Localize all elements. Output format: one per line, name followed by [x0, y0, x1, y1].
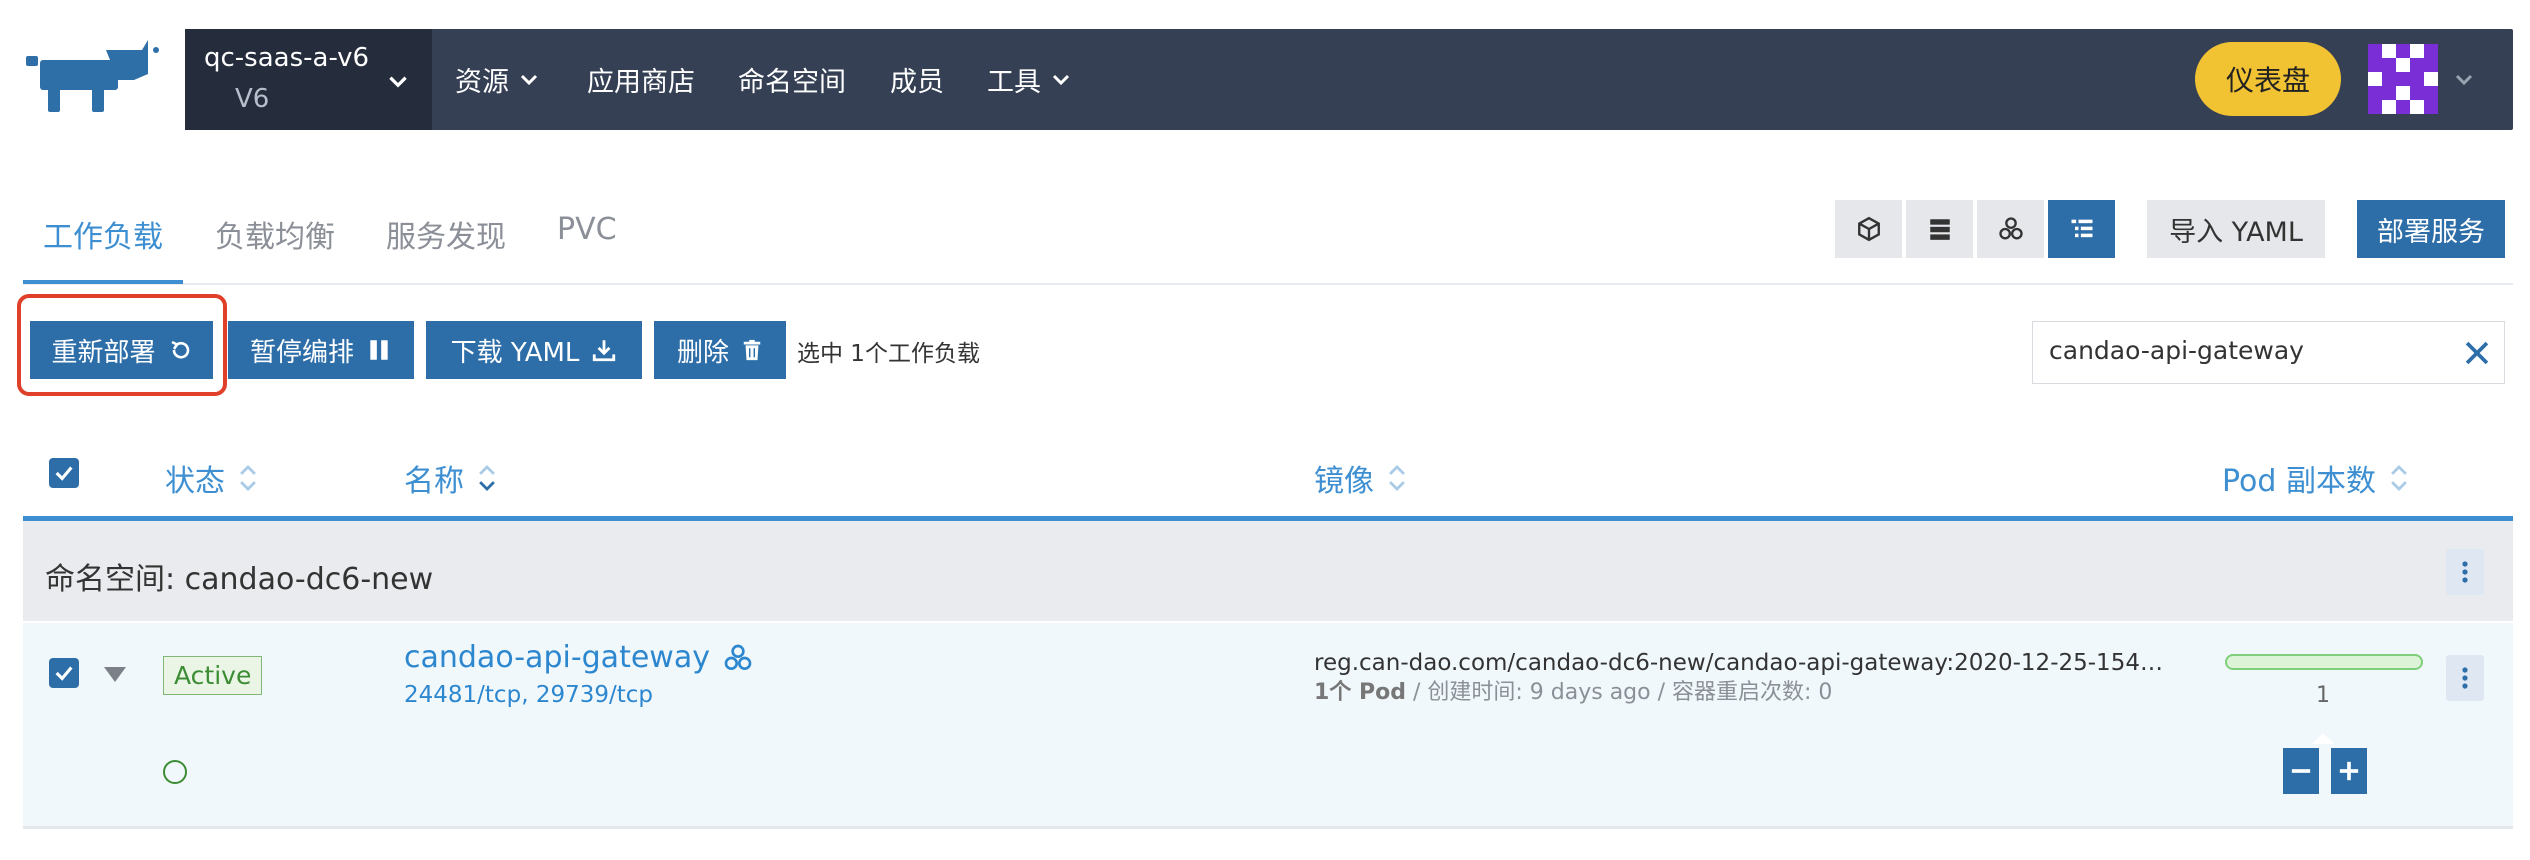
redeploy-button[interactable]: 重新部署	[30, 321, 213, 379]
group-actions-button[interactable]	[2446, 549, 2484, 595]
redeploy-icon	[170, 340, 189, 359]
namespace-group-label: 命名空间: candao-dc6-new	[45, 562, 434, 597]
download-icon	[593, 340, 616, 362]
restart-count: 容器重启次数: 0	[1672, 680, 1833, 705]
trash-icon	[743, 339, 761, 361]
pause-icon	[370, 340, 388, 360]
delete-button[interactable]: 删除	[654, 321, 786, 379]
view-mode-group	[1835, 200, 2115, 258]
chevron-down-icon[interactable]	[2452, 68, 2476, 92]
nav-app-store[interactable]: 应用商店	[587, 29, 695, 130]
nav-tools-label: 工具	[987, 67, 1041, 98]
dashboard-button[interactable]: 仪表盘	[2195, 42, 2341, 116]
port-link[interactable]: 29739/tcp	[536, 682, 653, 708]
nodes-icon	[724, 644, 752, 670]
rancher-logo[interactable]	[22, 40, 162, 120]
port-link[interactable]: 24481/tcp	[404, 682, 521, 708]
status-badge: Active	[163, 656, 263, 695]
download-yaml-label: 下载 YAML	[450, 337, 580, 368]
namespace-group-row: 命名空间: candao-dc6-new	[23, 521, 2513, 621]
sort-icon	[1389, 465, 1405, 491]
deploy-service-button[interactable]: 部署服务	[2357, 200, 2505, 258]
workload-name-label: candao-api-gateway	[404, 640, 710, 675]
column-header-name[interactable]: 名称	[404, 456, 498, 500]
cluster-version: V6	[235, 84, 270, 114]
pod-scale-caret	[2312, 733, 2334, 744]
cluster-switcher[interactable]: qc-saas-a-v6 V6	[185, 29, 432, 130]
nav-app-store-label: 应用商店	[587, 67, 695, 98]
pod-count-label: 1个 Pod	[1314, 680, 1406, 705]
search-input[interactable]	[2049, 336, 2429, 365]
nav-namespaces[interactable]: 命名空间	[738, 29, 846, 130]
column-name-label: 名称	[404, 464, 464, 499]
import-yaml-button[interactable]: 导入 YAML	[2147, 200, 2325, 258]
column-state-label: 状态	[165, 464, 225, 499]
user-avatar[interactable]	[2368, 44, 2438, 114]
view-nodes-button[interactable]	[1977, 200, 2044, 258]
row-divider	[23, 826, 2513, 829]
row-checkbox[interactable]	[49, 658, 79, 688]
nav-resources[interactable]: 资源	[455, 29, 541, 130]
view-grouped-button[interactable]	[2048, 200, 2115, 258]
tab-service-discovery[interactable]: 服务发现	[386, 212, 506, 256]
check-icon	[55, 666, 73, 681]
list-rows-icon	[1929, 219, 1950, 240]
nav-resources-label: 资源	[455, 67, 509, 98]
delete-label: 删除	[676, 337, 729, 368]
nodes-icon	[1998, 217, 2023, 240]
pod-replica-count: 1	[2316, 683, 2330, 708]
kebab-menu-icon	[2462, 561, 2468, 583]
pause-orchestration-button[interactable]: 暂停编排	[228, 321, 414, 379]
column-image-label: 镜像	[1314, 464, 1374, 499]
pause-label: 暂停编排	[249, 337, 354, 368]
chevron-down-icon	[389, 76, 407, 88]
tab-load-balancing[interactable]: 负载均衡	[215, 212, 335, 256]
kebab-menu-icon	[2462, 667, 2468, 689]
cluster-name: qc-saas-a-v6	[204, 43, 370, 73]
sort-icon	[240, 465, 256, 491]
workload-ports: 24481/tcp, 29739/tcp	[404, 682, 653, 708]
minus-icon	[2291, 769, 2311, 773]
column-header-image[interactable]: 镜像	[1314, 456, 1408, 500]
column-header-state[interactable]: 状态	[165, 456, 259, 500]
expand-caret-icon[interactable]	[102, 664, 128, 684]
view-cube-button[interactable]	[1835, 200, 1902, 258]
workload-image: reg.can-dao.com/candao-dc6-new/candao-ap…	[1314, 650, 2174, 676]
sort-icon	[479, 465, 495, 491]
chevron-down-icon	[1052, 74, 1070, 85]
selection-count: 选中 1个工作负载	[797, 341, 980, 367]
grouped-list-icon	[2071, 219, 2092, 238]
pod-status-circle	[163, 760, 187, 784]
tab-workloads[interactable]: 工作负载	[43, 212, 163, 256]
nav-members[interactable]: 成员	[890, 29, 944, 130]
workload-meta: 1个 Pod / 创建时间: 9 days ago / 容器重启次数: 0	[1314, 680, 1833, 705]
chevron-down-icon	[520, 74, 538, 85]
nav-namespaces-label: 命名空间	[738, 67, 846, 98]
search-field[interactable]	[2032, 321, 2505, 384]
row-actions-button[interactable]	[2446, 655, 2484, 701]
sort-icon	[2391, 465, 2407, 491]
nav-members-label: 成员	[890, 67, 944, 98]
check-icon	[55, 466, 73, 481]
scale-up-button[interactable]	[2331, 748, 2367, 794]
cube-icon	[1857, 216, 1880, 242]
close-icon[interactable]	[2460, 336, 2494, 370]
select-all-checkbox[interactable]	[49, 458, 79, 488]
scale-down-button[interactable]	[2283, 748, 2319, 794]
pod-progress-bar	[2225, 654, 2423, 670]
created-time: 创建时间: 9 days ago	[1427, 680, 1651, 705]
workload-name-link[interactable]: candao-api-gateway	[404, 640, 754, 675]
download-yaml-button[interactable]: 下载 YAML	[426, 321, 642, 379]
active-tab-indicator	[23, 280, 183, 284]
plus-icon	[2339, 761, 2359, 781]
nav-tools[interactable]: 工具	[987, 29, 1073, 130]
tab-divider	[23, 283, 2513, 285]
column-pods-label: Pod 副本数	[2222, 464, 2376, 499]
view-rows-button[interactable]	[1906, 200, 1973, 258]
tab-pvc[interactable]: PVC	[557, 212, 617, 247]
redeploy-label: 重新部署	[51, 337, 156, 368]
column-header-pods[interactable]: Pod 副本数	[2222, 456, 2410, 500]
